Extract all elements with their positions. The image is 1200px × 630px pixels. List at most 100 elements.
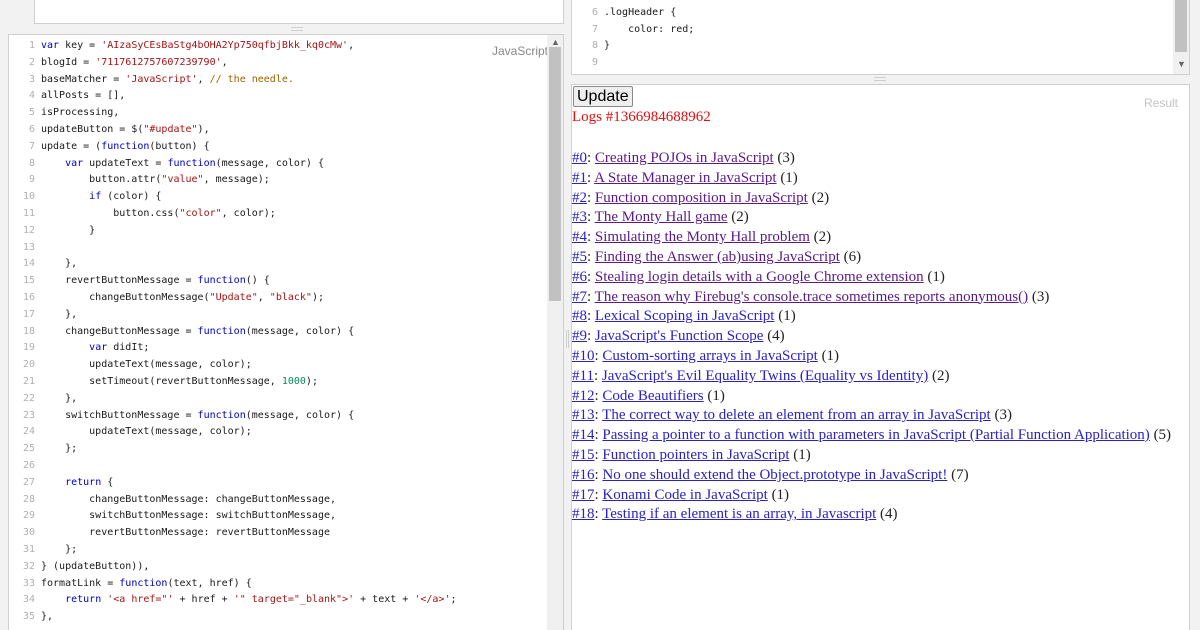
post-number-link[interactable]: #1 bbox=[572, 170, 587, 186]
line-number: 6 bbox=[28, 123, 35, 135]
post-title-link[interactable]: Stealing login details with a Google Chr… bbox=[595, 269, 924, 285]
post-number-link[interactable]: #14 bbox=[572, 427, 595, 443]
post-title-link[interactable]: Code Beautifiers bbox=[602, 388, 703, 404]
post-title-link[interactable]: Creating POJOs in JavaScript bbox=[595, 150, 774, 166]
post-number-link[interactable]: #10 bbox=[572, 348, 595, 364]
post-number-link[interactable]: #16 bbox=[572, 467, 595, 483]
post-number-link[interactable]: #0 bbox=[572, 150, 587, 166]
result-panel-label: Result bbox=[1143, 96, 1178, 110]
javascript-scrollbar-thumb[interactable] bbox=[549, 47, 561, 301]
post-title-link[interactable]: Finding the Answer (ab)using JavaScript bbox=[595, 249, 840, 265]
code-text: switchButtonMessage = function(message, … bbox=[41, 409, 355, 421]
post-separator: : bbox=[587, 268, 595, 285]
code-text: }, bbox=[41, 258, 78, 270]
line-number: 5 bbox=[28, 107, 35, 119]
post-separator: : bbox=[587, 189, 595, 206]
post-count: (4) bbox=[876, 506, 898, 523]
code-text: changeButtonMessage = function(message, … bbox=[41, 325, 355, 337]
post-count: (1) bbox=[776, 169, 798, 186]
post-number-link[interactable]: #6 bbox=[572, 269, 587, 285]
line-number: 19 bbox=[22, 342, 35, 354]
post-number-link[interactable]: #2 bbox=[572, 190, 587, 206]
code-text: button.css("color", color); bbox=[41, 207, 276, 219]
javascript-panel-label: JavaScript bbox=[490, 44, 549, 58]
post-item: #17: Konami Code in JavaScript (1) bbox=[572, 486, 1171, 506]
post-title-link[interactable]: Simulating the Monty Hall problem bbox=[595, 229, 810, 245]
line-number: 17 bbox=[22, 308, 35, 320]
html-panel-resize-grip[interactable] bbox=[291, 27, 303, 31]
post-title-link[interactable]: Function composition in JavaScript bbox=[595, 190, 808, 206]
html-editor-panel[interactable] bbox=[34, 0, 564, 24]
post-item: #14: Passing a pointer to a function wit… bbox=[572, 426, 1171, 446]
line-number: 1 bbox=[28, 40, 35, 51]
code-text: changeButtonMessage("Update", "black"); bbox=[41, 291, 324, 303]
post-number-link[interactable]: #15 bbox=[572, 447, 595, 463]
post-count: (1) bbox=[817, 347, 840, 364]
post-title-link[interactable]: JavaScript's Function Scope bbox=[595, 328, 764, 344]
line-number: 25 bbox=[22, 443, 35, 455]
post-title-link[interactable]: A State Manager in JavaScript bbox=[594, 170, 776, 186]
post-title-link[interactable]: JavaScript's Evil Equality Twins (Equali… bbox=[602, 368, 928, 384]
line-number: 7 bbox=[28, 140, 35, 152]
scroll-up-arrow-icon[interactable]: ▲ bbox=[551, 37, 560, 47]
post-count: (4) bbox=[763, 328, 785, 345]
post-separator: : bbox=[587, 229, 595, 246]
code-text: if (color) { bbox=[89, 191, 162, 203]
line-number: 9 bbox=[591, 57, 598, 69]
post-title-link[interactable]: Function pointers in JavaScript bbox=[602, 447, 789, 463]
update-button[interactable]: Update bbox=[573, 86, 633, 107]
code-text: .logHeader { bbox=[604, 6, 677, 18]
post-number-link[interactable]: #11 bbox=[572, 368, 594, 384]
code-text: button.attr("value", message); bbox=[41, 174, 270, 186]
post-count: (1) bbox=[789, 446, 811, 463]
post-title-link[interactable]: Lexical Scoping in JavaScript bbox=[595, 308, 775, 324]
post-count: (3) bbox=[773, 150, 795, 166]
line-number: 14 bbox=[22, 258, 35, 270]
post-count: (3) bbox=[1028, 288, 1050, 305]
post-title-link[interactable]: Testing if an element is an array, in Ja… bbox=[602, 506, 876, 522]
post-number-link[interactable]: #18 bbox=[572, 506, 595, 522]
javascript-editor-panel[interactable]: 1 var key = 'AIzaSyCEsBaStg4bOHA2Yp750qfb… bbox=[8, 34, 564, 630]
line-number: 2 bbox=[28, 56, 35, 68]
post-list: #0: Creating POJOs in JavaScript (3) #1: … bbox=[572, 149, 1171, 525]
code-text: revertButtonMessage = function() { bbox=[41, 275, 270, 287]
code-text: } (updateButton)), bbox=[41, 560, 150, 572]
post-title-link[interactable]: No one should extend the Object.prototyp… bbox=[602, 467, 947, 483]
post-number-link[interactable]: #9 bbox=[572, 328, 587, 344]
line-number: 16 bbox=[22, 291, 35, 303]
post-separator: : bbox=[587, 209, 595, 226]
post-number-link[interactable]: #12 bbox=[572, 388, 595, 404]
post-title-link[interactable]: The correct way to delete an element fro… bbox=[602, 407, 991, 423]
post-number-link[interactable]: #4 bbox=[572, 229, 587, 245]
line-number: 7 bbox=[591, 23, 598, 35]
post-number-link[interactable]: #5 bbox=[572, 249, 587, 265]
logs-title: Logs #1366984688962 bbox=[572, 109, 711, 125]
line-number: 35 bbox=[22, 611, 35, 623]
post-title-link[interactable]: Passing a pointer to a function with par… bbox=[602, 427, 1149, 443]
line-number: 32 bbox=[22, 560, 35, 572]
post-item: #0: Creating POJOs in JavaScript (3) bbox=[572, 149, 1171, 169]
line-number: 13 bbox=[22, 241, 35, 253]
post-title-link[interactable]: The Monty Hall game bbox=[595, 209, 728, 225]
code-text: revertButtonMessage: revertButtonMessage bbox=[41, 527, 330, 539]
code-text: }, bbox=[41, 611, 54, 623]
post-title-link[interactable]: The reason why Firebug's console.trace s… bbox=[595, 289, 1028, 305]
scroll-down-arrow-icon[interactable]: ▼ bbox=[1177, 59, 1186, 69]
post-number-link[interactable]: #3 bbox=[572, 209, 587, 225]
css-scrollbar-thumb[interactable] bbox=[1175, 0, 1187, 52]
post-item: #6: Stealing login details with a Google… bbox=[572, 268, 1171, 288]
post-number-link[interactable]: #17 bbox=[572, 487, 595, 503]
code-text: updateText(message, color); bbox=[41, 426, 252, 438]
post-number-link[interactable]: #13 bbox=[572, 407, 595, 423]
line-number: 10 bbox=[22, 191, 35, 203]
post-number-link[interactable]: #8 bbox=[572, 308, 587, 324]
column-resize-handle[interactable] bbox=[564, 330, 571, 348]
css-panel-resize-grip[interactable] bbox=[874, 77, 886, 81]
css-editor-panel[interactable]: 56.logHeader {7 color: red;8}9 ▼ bbox=[571, 0, 1190, 75]
post-title-link[interactable]: Custom-sorting arrays in JavaScript bbox=[602, 348, 817, 364]
post-number-link[interactable]: #7 bbox=[572, 289, 587, 305]
javascript-scrollbar[interactable]: ▲ bbox=[547, 35, 563, 630]
post-title-link[interactable]: Konami Code in JavaScript bbox=[602, 487, 767, 503]
css-scrollbar[interactable]: ▼ bbox=[1173, 0, 1189, 74]
line-number: 34 bbox=[22, 594, 35, 606]
